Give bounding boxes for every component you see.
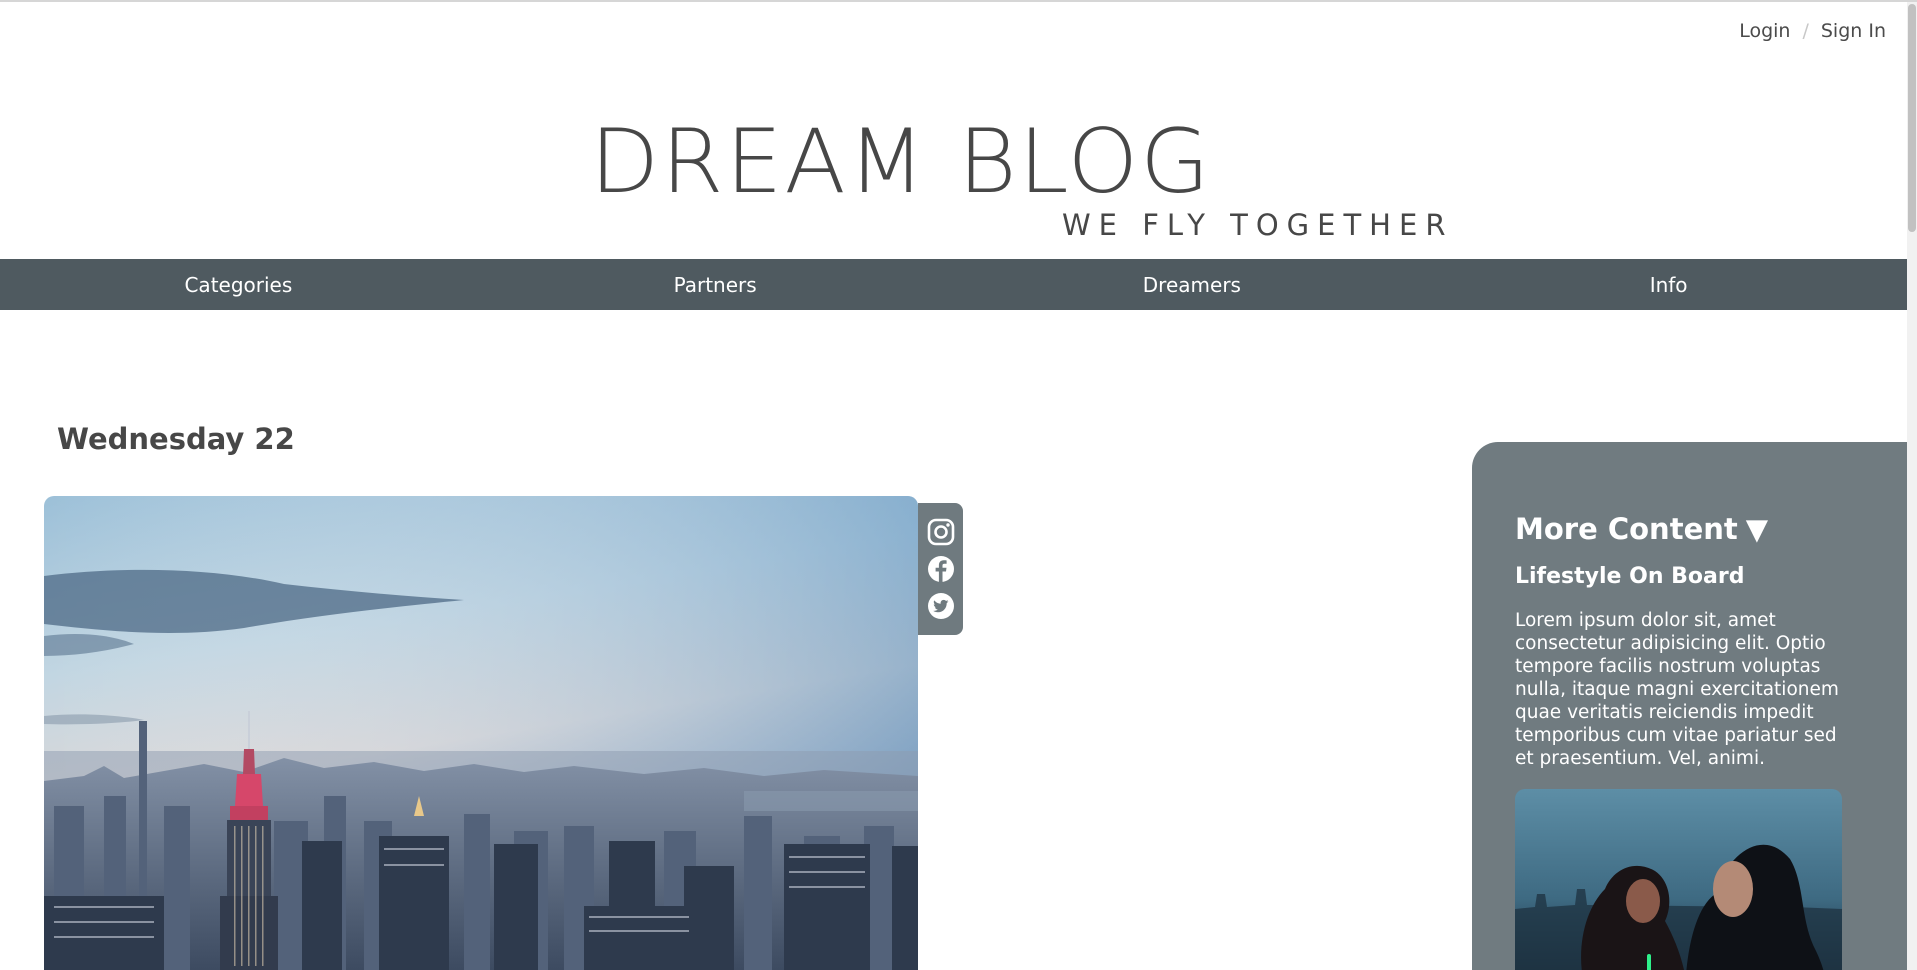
- more-content-panel: More Content ▼ Lifestyle On Board Lorem …: [1472, 442, 1907, 970]
- article-text: Lorem ipsum dolor sit, amet consectetur …: [1515, 610, 1839, 769]
- main-nav: Categories Partners Dreamers Info: [0, 259, 1907, 310]
- hero-image: [44, 496, 918, 970]
- article-title[interactable]: Lifestyle On Board: [1515, 564, 1847, 589]
- article-image[interactable]: [1515, 789, 1842, 970]
- login-link[interactable]: Login: [1739, 20, 1790, 42]
- signin-link[interactable]: Sign In: [1821, 20, 1886, 42]
- logo-tagline: WE FLY TOGETHER: [1062, 208, 1454, 242]
- auth-links: Login / Sign In: [1739, 20, 1886, 42]
- instagram-icon[interactable]: [926, 517, 956, 547]
- social-share-bar: [918, 503, 963, 635]
- scrollbar-thumb[interactable]: [1908, 4, 1916, 232]
- page-scrollbar[interactable]: [1907, 2, 1917, 970]
- more-content-toggle[interactable]: More Content ▼: [1515, 512, 1847, 546]
- site-logo[interactable]: DREAM BLOG WE FLY TOGETHER: [590, 110, 1445, 246]
- nav-item-dreamers[interactable]: Dreamers: [954, 259, 1431, 310]
- twitter-icon[interactable]: [926, 591, 956, 621]
- page: Login / Sign In DREAM BLOG WE FLY TOGETH…: [0, 0, 1917, 970]
- nav-item-info[interactable]: Info: [1430, 259, 1907, 310]
- nav-item-partners[interactable]: Partners: [477, 259, 954, 310]
- auth-separator: /: [1802, 20, 1809, 42]
- nav-item-categories[interactable]: Categories: [0, 259, 477, 310]
- chevron-down-icon: ▼: [1745, 512, 1769, 546]
- facebook-icon[interactable]: [926, 554, 956, 584]
- logo-title: DREAM BLOG: [590, 110, 1212, 213]
- more-content-title: More Content: [1515, 512, 1738, 546]
- date-heading: Wednesday 22: [57, 422, 295, 456]
